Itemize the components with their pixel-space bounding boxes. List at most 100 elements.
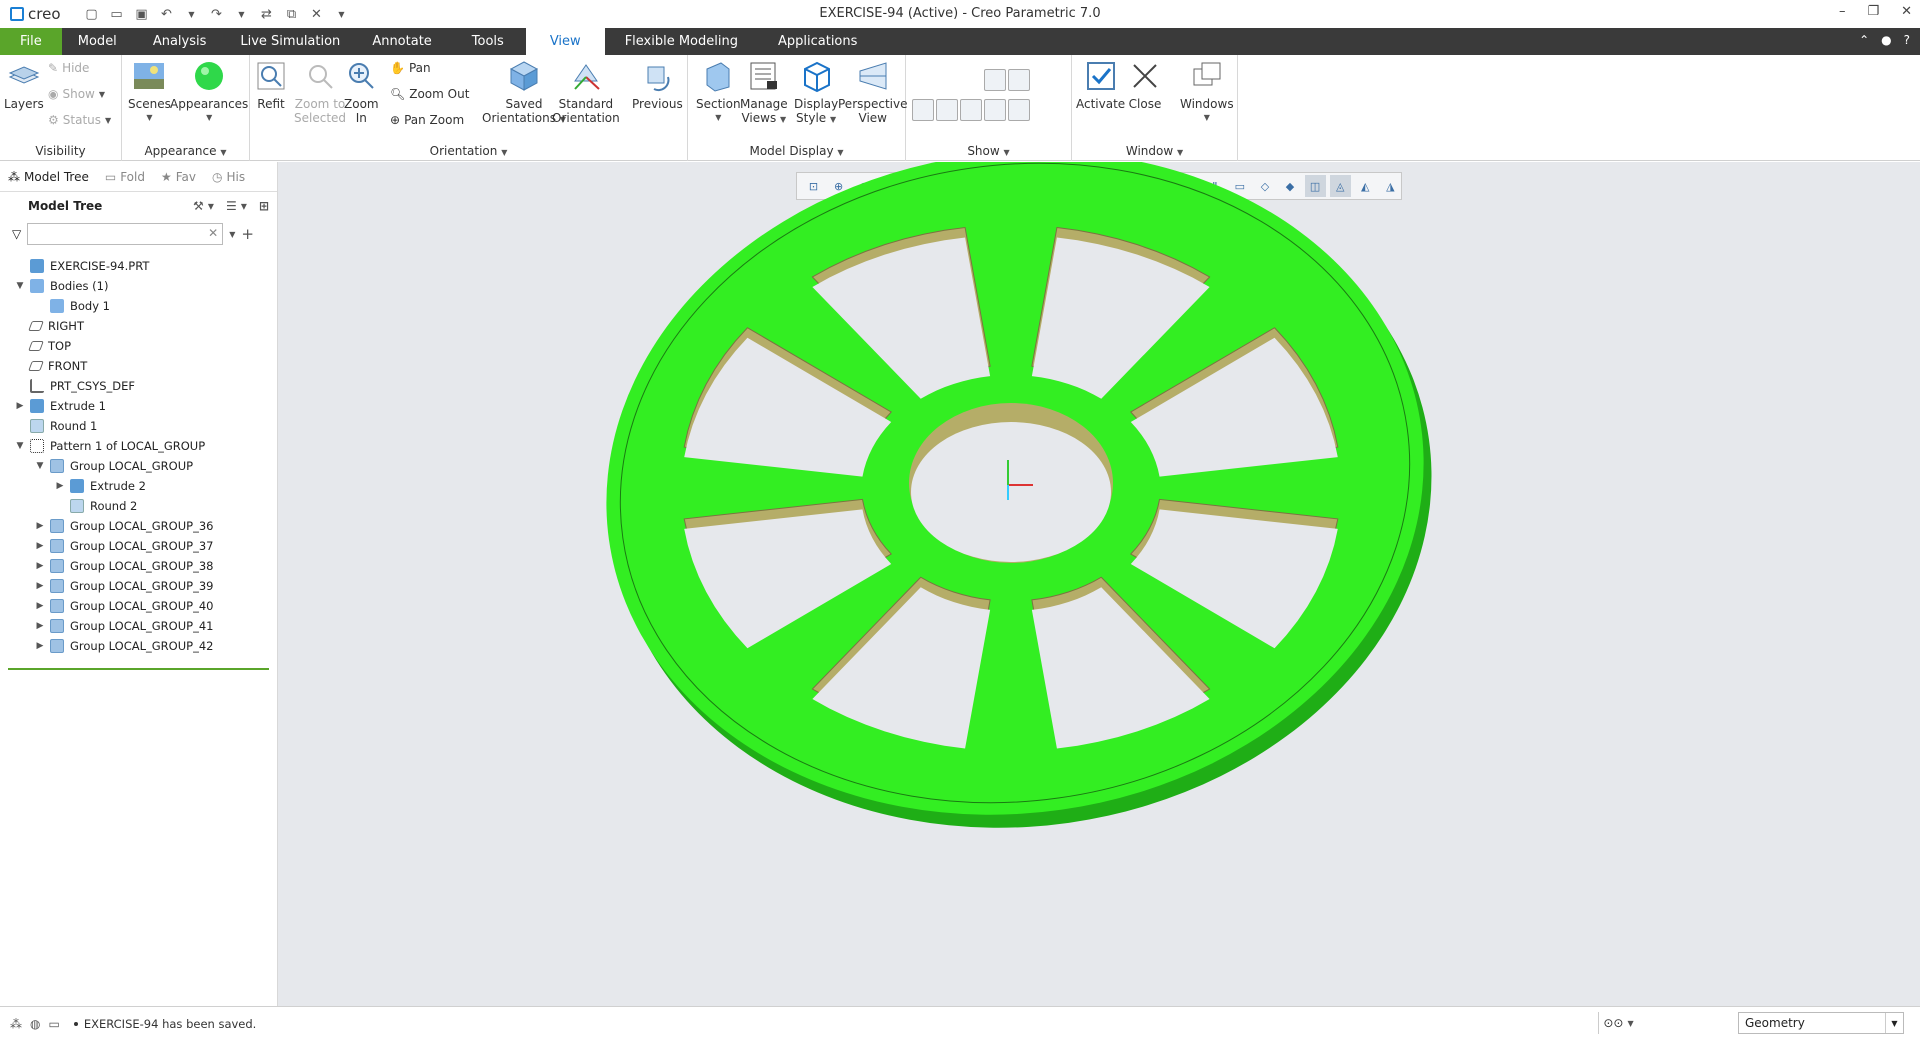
standard-orientation-button[interactable]: Standard Orientation <box>552 59 620 125</box>
tab-live-simulation[interactable]: Live Simulation <box>226 28 354 55</box>
customize-qa-icon[interactable]: ▼ <box>333 10 351 19</box>
help-icon[interactable]: ? <box>1904 33 1910 47</box>
axis-display-icon[interactable] <box>936 69 958 91</box>
show-button[interactable]: ◉ Show ▼ <box>48 87 105 101</box>
tab-applications[interactable]: Applications <box>758 28 877 55</box>
windows-icon[interactable]: ⧉ <box>283 7 301 22</box>
tree-row[interactable]: ▼ Bodies (1) <box>0 276 277 296</box>
activate-button[interactable]: Activate <box>1076 59 1125 111</box>
layers-button[interactable]: Layers <box>4 59 44 111</box>
zoom-to-selected-button[interactable]: Zoom to Selected <box>294 59 346 125</box>
tab-analysis[interactable]: Analysis <box>133 28 227 55</box>
tab-tools[interactable]: Tools <box>450 28 526 55</box>
point-display-icon[interactable] <box>960 69 982 91</box>
expand-toggle-icon[interactable]: ▶ <box>34 541 46 551</box>
tree-row[interactable]: ▶ Extrude 1 <box>0 396 277 416</box>
tree-row[interactable]: TOP <box>0 336 277 356</box>
zoom-in-button[interactable]: Zoom In <box>344 59 379 125</box>
expand-toggle-icon[interactable]: ▶ <box>34 601 46 611</box>
tab-view[interactable]: View <box>525 28 605 55</box>
new-file-icon[interactable]: ▢ <box>83 7 101 22</box>
tab-annotate[interactable]: Annotate <box>354 28 449 55</box>
toggle-navigator-icon[interactable]: ⁂ <box>10 1017 22 1031</box>
tree-columns-icon[interactable]: ☰ ▾ <box>226 199 247 213</box>
tree-row[interactable]: Round 1 <box>0 416 277 436</box>
show-group-label[interactable]: Show ▼ <box>906 144 1071 158</box>
add-filter-icon[interactable]: + <box>241 225 254 243</box>
tab-folder-browser[interactable]: ▭ Fold <box>97 170 153 184</box>
close-window-button[interactable]: Close <box>1128 59 1162 111</box>
expand-toggle-icon[interactable]: ▶ <box>34 641 46 651</box>
zoom-out-button[interactable]: 🔍︎ Zoom Out <box>390 87 469 101</box>
undo-dropdown-icon[interactable]: ▼ <box>183 10 201 19</box>
windows-button[interactable]: Windows ▼ <box>1180 59 1234 125</box>
restore-icon[interactable]: ❐ <box>1867 4 1879 19</box>
spin-center-icon[interactable] <box>1008 99 1030 121</box>
expand-toggle-icon[interactable]: ▶ <box>54 481 66 491</box>
fullscreen-icon[interactable]: ▭ <box>48 1017 59 1031</box>
collapse-ribbon-icon[interactable]: ⌃ <box>1859 33 1869 47</box>
expand-toggle-icon[interactable]: ▼ <box>14 281 26 291</box>
tree-row[interactable]: ▶ Group LOCAL_GROUP_38 <box>0 556 277 576</box>
search-dropdown-icon[interactable]: ▼ <box>229 230 235 239</box>
tree-row[interactable]: ▶ Group LOCAL_GROUP_37 <box>0 536 277 556</box>
axis-tag-icon[interactable] <box>936 99 958 121</box>
filter-icon[interactable]: ▽ <box>12 227 21 241</box>
regenerate-icon[interactable]: ⇄ <box>258 7 276 22</box>
tree-row[interactable]: PRT_CSYS_DEF <box>0 376 277 396</box>
tab-model[interactable]: Model <box>62 28 133 55</box>
tab-model-tree[interactable]: ⁂ Model Tree <box>0 170 97 184</box>
hide-button[interactable]: ✎ Hide <box>48 61 89 75</box>
tree-row[interactable]: EXERCISE-94.PRT <box>0 256 277 276</box>
tree-row[interactable]: ▶ Group LOCAL_GROUP_42 <box>0 636 277 656</box>
status-button[interactable]: ⚙ Status ▼ <box>48 113 111 127</box>
wheel-model[interactable] <box>278 162 1920 1006</box>
display-style-button[interactable]: Display Style ▼ <box>794 59 838 127</box>
expand-toggle-icon[interactable]: ▶ <box>34 521 46 531</box>
manage-views-button[interactable]: Manage Views ▼ <box>740 59 788 127</box>
plane-tag-icon[interactable] <box>912 99 934 121</box>
perspective-view-button[interactable]: Perspective View <box>838 59 908 125</box>
section-button[interactable]: Section ▼ <box>696 59 741 125</box>
window-group-label[interactable]: Window ▼ <box>1072 144 1237 158</box>
csys-tag-icon[interactable] <box>984 99 1006 121</box>
annotation-display-icon[interactable] <box>1008 69 1030 91</box>
close-window-icon[interactable]: ✕ <box>308 7 326 22</box>
model-tree-search-input[interactable]: ✕ <box>27 223 224 245</box>
find-button[interactable]: ⊙⊙ ▼ <box>1598 1012 1638 1034</box>
previous-button[interactable]: Previous <box>632 59 683 111</box>
expand-toggle-icon[interactable]: ▶ <box>14 401 26 411</box>
appearance-group-label[interactable]: Appearance ▼ <box>122 144 249 158</box>
scenes-button[interactable]: Scenes ▼ <box>128 59 171 125</box>
tree-row[interactable]: Round 2 <box>0 496 277 516</box>
undo-icon[interactable]: ↶ <box>158 7 176 22</box>
expand-toggle-icon[interactable]: ▼ <box>14 441 26 451</box>
expand-toggle-icon[interactable]: ▶ <box>34 561 46 571</box>
minimize-icon[interactable]: – <box>1839 4 1846 19</box>
close-icon[interactable]: ✕ <box>1901 4 1912 19</box>
tree-row[interactable]: ▼ Pattern 1 of LOCAL_GROUP <box>0 436 277 456</box>
clear-search-icon[interactable]: ✕ <box>208 226 218 240</box>
pan-zoom-button[interactable]: ⊕ Pan Zoom <box>390 113 464 127</box>
tree-row[interactable]: FRONT <box>0 356 277 376</box>
graphics-window[interactable]: ⊡⊕⊖◪▣◈▦▢◧◩▱╱⋯⊥◎△Ⅱ▭◇◆◫◬◭◮ <box>278 162 1920 1006</box>
datum-display-filters-icon[interactable] <box>1032 99 1054 121</box>
plane-display-icon[interactable] <box>912 69 934 91</box>
model-display-group-label[interactable]: Model Display ▼ <box>688 144 905 158</box>
orientation-group-label[interactable]: Orientation ▼ <box>250 144 687 158</box>
tree-settings-icon[interactable]: ⚒ ▾ <box>193 199 214 213</box>
tree-row[interactable]: ▶ Group LOCAL_GROUP_41 <box>0 616 277 636</box>
notification-icon[interactable]: ● <box>1881 33 1891 47</box>
expand-toggle-icon[interactable]: ▶ <box>34 581 46 591</box>
refit-button[interactable]: Refit <box>254 59 288 111</box>
tab-flexible-modeling[interactable]: Flexible Modeling <box>605 28 758 55</box>
tree-row[interactable]: RIGHT <box>0 316 277 336</box>
tree-row[interactable]: ▶ Extrude 2 <box>0 476 277 496</box>
tab-favorites[interactable]: ★ Fav <box>153 170 204 184</box>
tree-row[interactable]: Body 1 <box>0 296 277 316</box>
expand-toggle-icon[interactable]: ▶ <box>34 621 46 631</box>
tree-row[interactable]: ▶ Group LOCAL_GROUP_40 <box>0 596 277 616</box>
redo-icon[interactable]: ↷ <box>208 7 226 22</box>
appearances-button[interactable]: Appearances ▼ <box>170 59 248 125</box>
selection-filter[interactable]: Geometry ▼ <box>1738 1012 1904 1034</box>
